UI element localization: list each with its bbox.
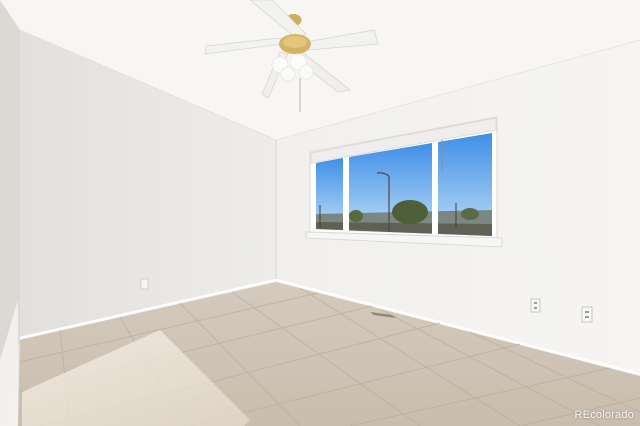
- empty-bedroom-photo: [0, 0, 640, 426]
- watermark-logo: REcolorado: [574, 409, 634, 421]
- electrical-outlet-icon: [140, 278, 149, 290]
- electrical-outlet-icon: [581, 306, 593, 323]
- electrical-outlet-icon: [530, 298, 541, 313]
